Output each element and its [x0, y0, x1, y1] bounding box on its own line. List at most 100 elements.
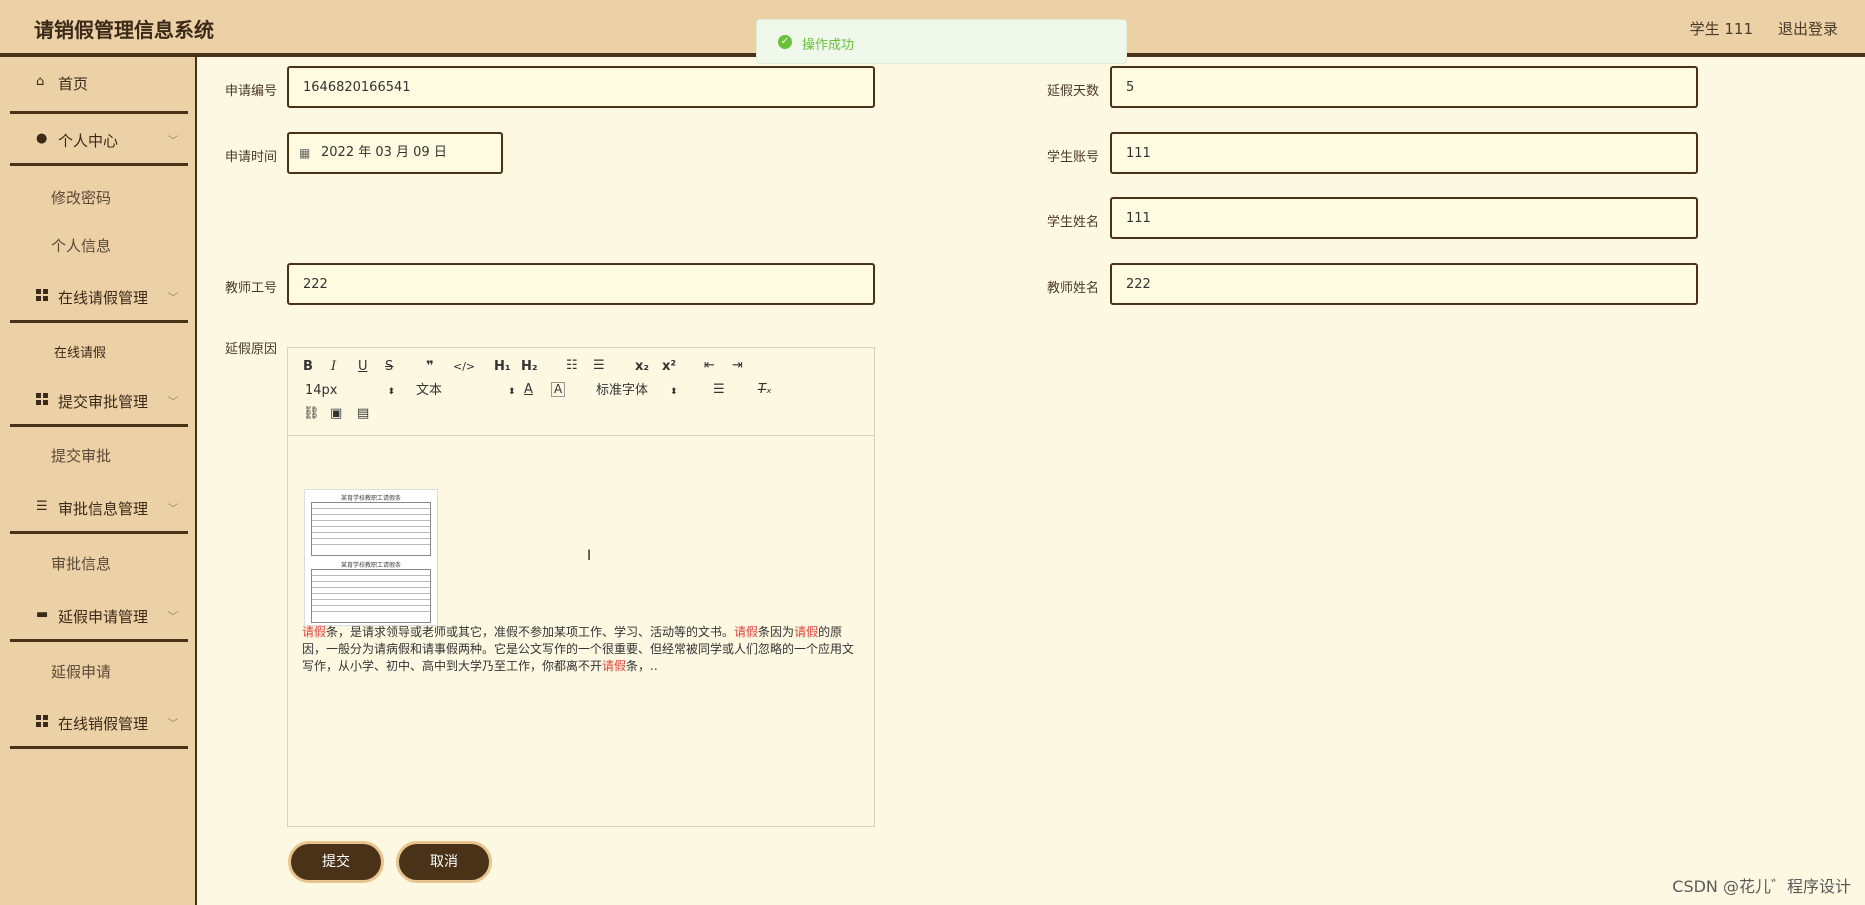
teacher-no-input[interactable] — [287, 263, 875, 305]
submit-button[interactable]: 提交 — [288, 841, 384, 883]
calendar-icon: ▦ — [299, 146, 311, 160]
editor-toolbar: B I U S ❞ </> H₁ H₂ ☷ ☰ x₂ x² ⇤ ⇥ 14px ⬍ … — [288, 348, 874, 436]
chevron-down-icon: ﹀ — [168, 612, 178, 623]
font-size-select[interactable]: 14px ⬍ — [305, 383, 395, 400]
chevron-down-icon: ﹀ — [168, 504, 178, 515]
extend-days-input[interactable] — [1110, 66, 1698, 108]
highlight-text: 请假 — [794, 625, 819, 639]
user-icon: ● — [36, 131, 48, 146]
font-size-value: 14px — [305, 383, 338, 398]
reason-paragraph: 请假条，是请求领导或老师或其它，准假不参加某项工作、学习、活动等的文书。请假条因… — [302, 624, 862, 675]
font-family-value: 标准字体 — [596, 383, 649, 398]
paragraph-text: 条，是请求领导或老师或其它，准假不参加某项工作、学习、活动等的文书。 — [326, 625, 735, 639]
logout-link[interactable]: 退出登录 — [1778, 18, 1838, 39]
sub-item-personal-info[interactable]: 个人信息 — [51, 235, 111, 256]
updown-icon: ⬍ — [670, 387, 678, 397]
outdent-icon[interactable]: ⇤ — [704, 358, 715, 374]
sub-item-submit-approval[interactable]: 提交审批 — [51, 445, 111, 466]
underline-icon[interactable]: U — [358, 359, 368, 375]
reason-label: 延假原因 — [224, 342, 277, 357]
heading1-icon[interactable]: H₁ — [494, 359, 511, 375]
apply-time-value: 2022 年 03 月 09 日 — [321, 145, 447, 160]
doc-table-top — [311, 502, 431, 556]
font-color-icon[interactable]: A — [524, 382, 533, 398]
menu-cancel-leave[interactable]: 在线销假管理 ﹀ — [10, 697, 188, 749]
doc-image-title-2: 某育学校教职工请假条 — [340, 562, 401, 569]
highlight-text: 请假 — [734, 625, 759, 639]
success-toast: ✓ 操作成功 — [756, 19, 1127, 64]
teacher-name-label: 教师姓名 — [1046, 281, 1099, 296]
extend-days-label: 延假天数 — [1046, 84, 1099, 99]
align-icon[interactable]: ☰ — [713, 382, 725, 398]
menu-home[interactable]: ⌂ 首页 — [10, 57, 188, 114]
apply-time-datepicker[interactable]: ▦ 2022 年 03 月 09 日 — [287, 132, 503, 174]
chevron-down-icon: ﹀ — [168, 136, 178, 147]
sub-item-change-password[interactable]: 修改密码 — [51, 187, 111, 208]
menu-approval-info[interactable]: ☰ 审批信息管理 ﹀ — [10, 482, 188, 534]
sidebar: ⌂ 首页 ● 个人中心 ﹀ 修改密码 个人信息 在线请假管理 ﹀ 在线请假 提交… — [0, 57, 197, 905]
superscript-icon[interactable]: x² — [662, 359, 676, 375]
menu-extend-leave[interactable]: ▬ 延假申请管理 ﹀ — [10, 590, 188, 642]
menu-label: 个人中心 — [58, 132, 119, 150]
image-icon[interactable]: ▣ — [330, 406, 342, 422]
apply-no-label: 申请编号 — [224, 84, 277, 99]
paragraph-text: 条，.. — [626, 659, 658, 673]
menu-label: 在线请假管理 — [58, 289, 149, 307]
apply-time-label: 申请时间 — [224, 150, 277, 165]
toast-message: 操作成功 — [802, 38, 855, 53]
sub-item-extend-leave[interactable]: 延假申请 — [51, 661, 111, 682]
strikethrough-icon[interactable]: S — [385, 359, 393, 375]
grid-icon — [36, 393, 50, 407]
doc-image-title: 某育学校教职工请假条 — [340, 495, 401, 502]
subscript-icon[interactable]: x₂ — [635, 359, 649, 375]
current-user: 学生 111 — [1689, 20, 1753, 38]
heading2-icon[interactable]: H₂ — [521, 359, 538, 375]
italic-icon[interactable]: I — [331, 359, 336, 375]
blockquote-icon[interactable]: ❞ — [426, 359, 434, 375]
doc-table-bottom — [311, 569, 431, 623]
code-icon[interactable]: </> — [453, 359, 475, 375]
student-account-label: 学生账号 — [1046, 150, 1099, 165]
video-icon[interactable]: ▤ — [357, 406, 369, 422]
menu-submit-approval[interactable]: 提交审批管理 ﹀ — [10, 375, 188, 427]
sub-item-online-leave[interactable]: 在线请假 — [54, 342, 106, 361]
check-circle-icon: ✓ — [778, 35, 792, 49]
menu-online-leave[interactable]: 在线请假管理 ﹀ — [10, 271, 188, 323]
link-icon[interactable]: ⛓ — [303, 406, 320, 422]
font-family-select[interactable]: 标准字体 ⬍ — [596, 383, 678, 400]
background-color-icon[interactable]: A — [551, 382, 566, 397]
block-type-select[interactable]: 文本 ⬍ — [416, 383, 516, 400]
chevron-down-icon: ﹀ — [168, 397, 178, 408]
menu-personal-center[interactable]: ● 个人中心 ﹀ — [10, 114, 188, 166]
student-name-input[interactable] — [1110, 197, 1698, 239]
bold-icon[interactable]: B — [303, 359, 313, 375]
rich-text-editor: B I U S ❞ </> H₁ H₂ ☷ ☰ x₂ x² ⇤ ⇥ 14px ⬍ … — [287, 347, 875, 827]
block-type-value: 文本 — [416, 383, 443, 398]
menu-label: 首页 — [58, 75, 89, 93]
cancel-button[interactable]: 取消 — [396, 841, 492, 883]
menu-label: 延假申请管理 — [58, 608, 149, 626]
student-name-label: 学生姓名 — [1046, 215, 1099, 230]
teacher-no-label: 教师工号 — [224, 281, 277, 296]
editor-content[interactable]: 某育学校教职工请假条 某育学校教职工请假条 请假条，是请求领导或老师或其它，准假… — [288, 437, 874, 826]
grid-icon — [36, 289, 50, 303]
indent-icon[interactable]: ⇥ — [732, 358, 743, 374]
student-account-input[interactable] — [1110, 132, 1698, 174]
menu-label: 审批信息管理 — [58, 500, 149, 518]
briefcase-icon: ▬ — [36, 607, 49, 622]
apply-no-input[interactable] — [287, 66, 875, 108]
grid-icon — [36, 715, 50, 729]
bullet-list-icon[interactable]: ☰ — [593, 358, 605, 374]
highlight-text: 请假 — [302, 625, 327, 639]
sub-item-approval-info[interactable]: 审批信息 — [51, 553, 111, 574]
ordered-list-icon[interactable]: ☷ — [566, 358, 578, 374]
menu-label: 在线销假管理 — [58, 715, 149, 733]
teacher-name-input[interactable] — [1110, 263, 1698, 305]
highlight-text: 请假 — [602, 659, 627, 673]
text-cursor-icon: I — [587, 548, 592, 564]
paragraph-text: 条因为 — [758, 625, 795, 639]
clear-format-icon[interactable]: T̶ₓ — [758, 382, 772, 398]
home-icon: ⌂ — [36, 74, 45, 89]
app-title: 请销假管理信息系统 — [34, 18, 214, 42]
chevron-down-icon: ﹀ — [168, 293, 178, 304]
